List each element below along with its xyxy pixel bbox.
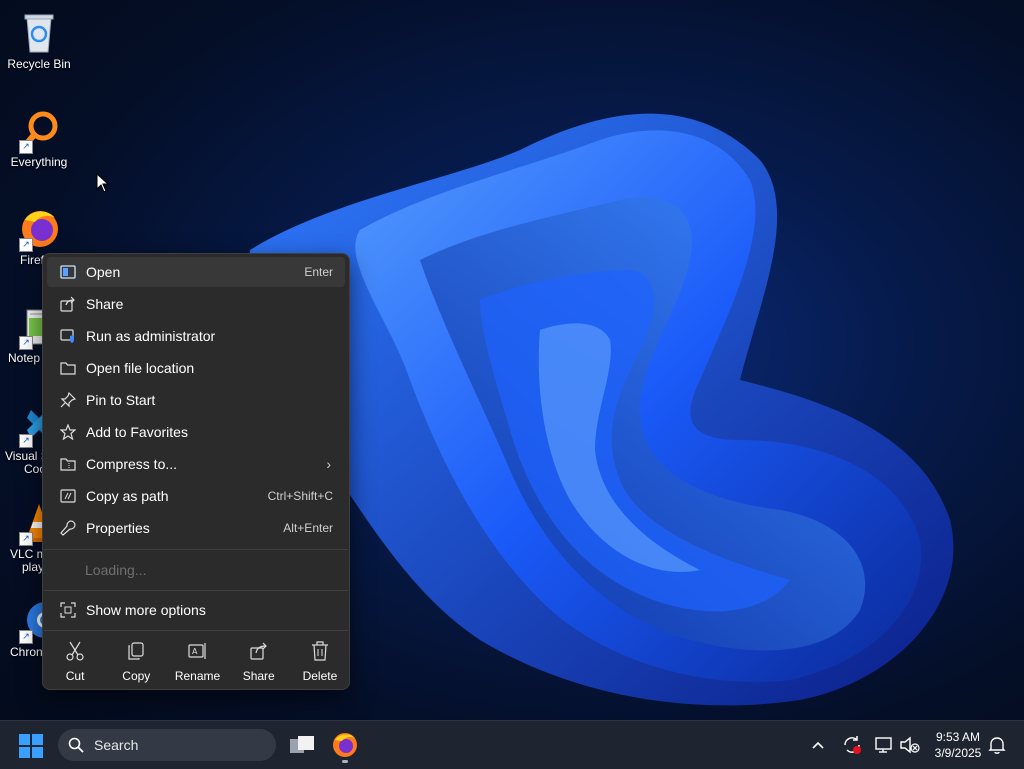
share-icon (57, 296, 79, 312)
delete-button[interactable]: Delete (291, 632, 349, 688)
scissors-icon (46, 641, 104, 663)
notifications-button[interactable] (987, 735, 1007, 755)
menu-item-label: Compress to... (86, 456, 178, 472)
menu-item-compress-to[interactable]: Compress to... › (47, 449, 345, 479)
folder-icon (57, 361, 79, 375)
context-menu: Open Enter Share Run as administrator Op… (42, 253, 350, 690)
delete-label: Delete (302, 669, 338, 683)
clock-button[interactable]: 9:53 AM 3/9/2025 (928, 729, 988, 761)
quick-actions-bar: Cut Copy A Rename Share Delete (43, 632, 349, 688)
shortcut-arrow-icon: ↗ (19, 630, 33, 644)
menu-item-shortcut: Alt+Enter (283, 521, 333, 535)
volume-tray-button[interactable] (899, 734, 921, 756)
menu-item-add-to-favorites[interactable]: Add to Favorites (47, 417, 345, 447)
wrench-icon (57, 520, 79, 536)
menu-item-show-more-options[interactable]: Show more options (47, 595, 345, 625)
menu-item-properties[interactable]: Properties Alt+Enter (47, 513, 345, 543)
chevron-up-icon (812, 741, 824, 749)
rename-label: Rename (174, 669, 221, 683)
share-label: Share (242, 669, 275, 683)
cut-button[interactable]: Cut (46, 632, 104, 688)
volume-muted-icon (900, 736, 920, 754)
search-icon (68, 737, 84, 753)
search-label: Search (94, 737, 139, 753)
task-view-icon (290, 736, 314, 753)
menu-item-label: Run as administrator (86, 328, 216, 344)
taskbar: Search 9:53 AM 3/9/2025 (0, 720, 1024, 769)
network-tray-button[interactable] (873, 734, 895, 756)
path-icon (57, 489, 79, 503)
desktop-icon-label: Everything (10, 155, 68, 169)
start-button[interactable] (19, 734, 43, 758)
rename-icon: A (168, 641, 226, 663)
desktop-icon-everything[interactable]: ↗ Everything (0, 100, 78, 169)
firefox-icon: ↗ (17, 206, 61, 252)
star-icon (57, 424, 79, 440)
shortcut-arrow-icon: ↗ (19, 238, 33, 252)
menu-item-label: Open file location (86, 360, 195, 376)
menu-item-label: Open (86, 264, 121, 280)
bell-icon (988, 737, 1006, 754)
menu-divider (44, 549, 348, 550)
clock-time: 9:53 AM (935, 730, 981, 744)
taskbar-search-box[interactable]: Search (58, 729, 276, 761)
share-button[interactable]: Share (230, 632, 288, 688)
menu-item-label: Add to Favorites (86, 424, 188, 440)
menu-item-shortcut: Ctrl+Shift+C (267, 489, 333, 503)
menu-item-label: Show more options (86, 602, 206, 618)
pin-icon (57, 392, 79, 408)
sync-tray-button[interactable] (841, 734, 863, 756)
svg-text:A: A (192, 647, 198, 656)
copy-button[interactable]: Copy (107, 632, 165, 688)
sync-icon (844, 736, 861, 754)
cut-label: Cut (65, 669, 85, 683)
recycle-bin-icon (17, 10, 61, 54)
menu-item-shortcut: Enter (304, 265, 333, 279)
zip-icon (57, 457, 79, 471)
clock-date: 3/9/2025 (934, 746, 982, 760)
copy-icon (107, 641, 165, 663)
network-icon (875, 737, 892, 753)
menu-item-open[interactable]: Open Enter (47, 257, 345, 287)
shortcut-arrow-icon: ↗ (19, 140, 33, 154)
open-icon (57, 265, 79, 279)
menu-item-label: Properties (86, 520, 150, 536)
shortcut-arrow-icon: ↗ (19, 434, 33, 448)
desktop-icon-recycle-bin[interactable]: Recycle Bin (0, 2, 78, 71)
menu-item-share[interactable]: Share (47, 289, 345, 319)
menu-loading-text: Loading... (85, 562, 147, 578)
menu-item-label: Pin to Start (86, 392, 156, 408)
shield-icon (57, 328, 79, 344)
menu-divider (44, 590, 348, 591)
show-hidden-icons-button[interactable] (808, 735, 828, 755)
menu-item-copy-as-path[interactable]: Copy as path Ctrl+Shift+C (47, 481, 345, 511)
firefox-icon (333, 733, 357, 757)
desktop-icon-label: Recycle Bin (7, 57, 71, 71)
chevron-right-icon: › (326, 456, 331, 472)
menu-item-label: Share (86, 296, 124, 312)
rename-button[interactable]: A Rename (168, 632, 226, 688)
mouse-cursor-icon (96, 173, 110, 193)
shortcut-arrow-icon: ↗ (19, 336, 33, 350)
everything-search-icon: ↗ (17, 108, 61, 154)
trash-icon (291, 641, 349, 663)
windows-logo-icon (19, 734, 43, 758)
shortcut-arrow-icon: ↗ (19, 532, 33, 546)
menu-item-run-as-admin[interactable]: Run as administrator (47, 321, 345, 351)
copy-label: Copy (122, 669, 151, 683)
more-options-icon (57, 602, 79, 618)
running-indicator (342, 760, 348, 763)
menu-item-pin-to-start[interactable]: Pin to Start (47, 385, 345, 415)
menu-item-open-file-location[interactable]: Open file location (47, 353, 345, 383)
task-view-button[interactable] (288, 731, 316, 759)
menu-divider (44, 630, 348, 631)
menu-item-label: Copy as path (86, 488, 169, 504)
share-icon (230, 641, 288, 663)
taskbar-firefox-button[interactable] (331, 731, 359, 763)
